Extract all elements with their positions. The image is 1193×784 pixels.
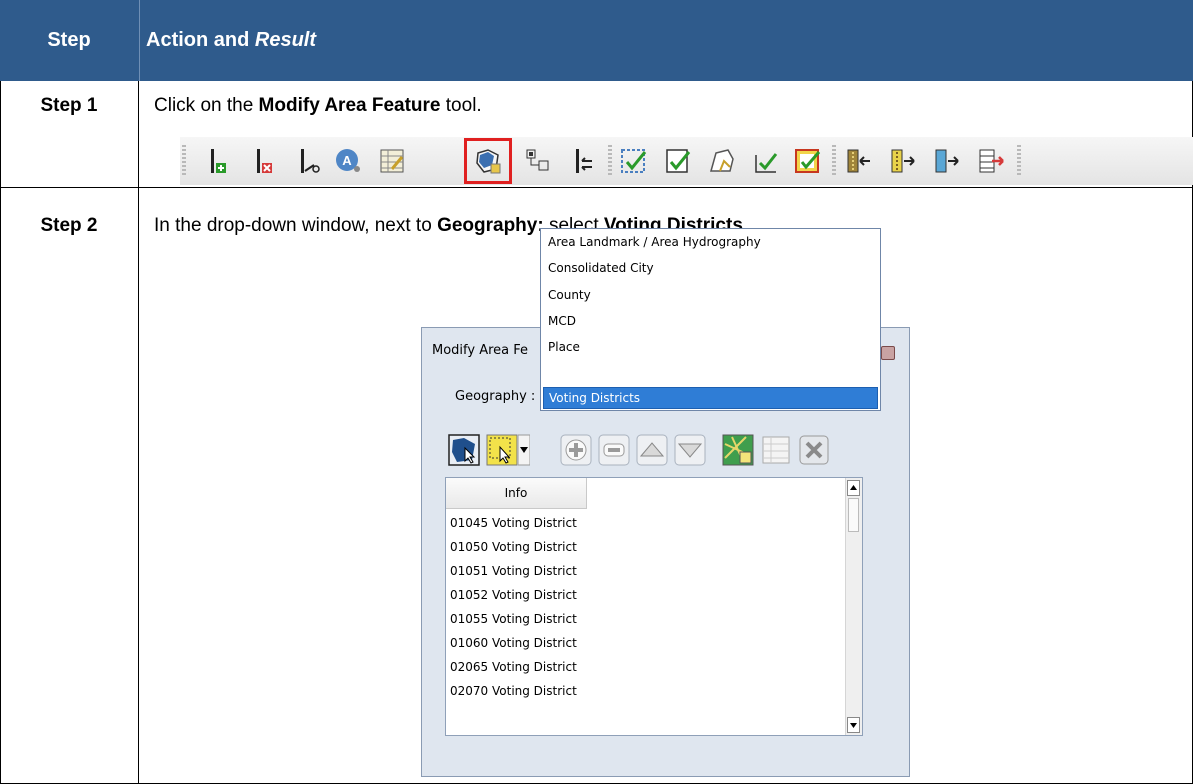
- header-step: Step: [47, 29, 91, 51]
- table-header: Step Action and Result: [0, 0, 1193, 81]
- editing-toolbar: A: [180, 137, 1193, 185]
- validate-all-icon[interactable]: [794, 147, 822, 175]
- topology-icon[interactable]: [524, 147, 552, 175]
- instruction-table: Step Action and Result Step 1 Click on t…: [0, 0, 1193, 784]
- toolbar-grip[interactable]: [182, 145, 186, 177]
- table-row[interactable]: 01045 Voting District: [446, 511, 844, 535]
- chevron-down-icon[interactable]: [518, 434, 530, 466]
- step-2-label: Step 2: [40, 215, 98, 236]
- zoom-map-icon[interactable]: [722, 434, 754, 466]
- table-row[interactable]: 01060 Voting District: [446, 631, 844, 655]
- review-check-icon[interactable]: [664, 147, 692, 175]
- step-1-instruction: Click on the Modify Area Feature tool.: [154, 95, 482, 117]
- move-up-icon[interactable]: [636, 434, 668, 466]
- step-1-label: Step 1: [40, 95, 98, 116]
- upload-icon[interactable]: [932, 147, 960, 175]
- dropdown-option-selected[interactable]: Voting Districts: [543, 387, 878, 409]
- validate-icon[interactable]: [752, 147, 780, 175]
- svg-text:A: A: [342, 153, 352, 168]
- table-row[interactable]: 01050 Voting District: [446, 535, 844, 559]
- toolbar-grip[interactable]: [608, 145, 612, 177]
- step-1-tool-name: Modify Area Feature: [258, 95, 441, 116]
- table-row[interactable]: 02065 Voting District: [446, 655, 844, 679]
- toolbar-grip[interactable]: [1017, 145, 1021, 177]
- move-down-icon[interactable]: [674, 434, 706, 466]
- delete-node-icon[interactable]: [252, 147, 280, 175]
- step-1-text-a: Click on the: [154, 95, 259, 116]
- select-rectangle-icon[interactable]: [486, 434, 518, 466]
- export-icon[interactable]: [888, 147, 916, 175]
- align-node-icon[interactable]: [570, 147, 598, 175]
- close-icon[interactable]: [881, 346, 895, 360]
- add-node-icon[interactable]: [206, 147, 234, 175]
- step-2-text-a: In the drop-down window, next to: [154, 215, 438, 236]
- geography-dropdown-list[interactable]: Area Landmark / Area Hydrography Consoli…: [540, 228, 881, 411]
- modify-area-feature-icon[interactable]: [474, 147, 502, 175]
- header-divider: [139, 0, 140, 81]
- dropdown-option[interactable]: Area Landmark / Area Hydrography: [548, 232, 761, 252]
- attribute-table-icon[interactable]: [760, 434, 792, 466]
- dropdown-option[interactable]: Consolidated City: [548, 258, 654, 278]
- selected-option-label: Voting Districts: [549, 391, 641, 405]
- dropdown-option[interactable]: MCD: [548, 311, 576, 331]
- output-icon[interactable]: [976, 147, 1004, 175]
- select-feature-icon[interactable]: [448, 434, 480, 466]
- remove-icon[interactable]: [598, 434, 630, 466]
- header-action-text: Action and: [146, 29, 255, 51]
- vertical-scrollbar[interactable]: [845, 478, 862, 735]
- add-icon[interactable]: [560, 434, 592, 466]
- table-row[interactable]: 01051 Voting District: [446, 559, 844, 583]
- header-action: Action and Result: [146, 0, 316, 81]
- grid-header-info[interactable]: Info: [446, 478, 587, 509]
- scroll-down-icon[interactable]: [847, 717, 860, 733]
- dialog-title: Modify Area Fe: [432, 343, 529, 358]
- dropdown-option[interactable]: Place: [548, 337, 580, 357]
- scroll-thumb[interactable]: [848, 498, 859, 532]
- shape-check-icon[interactable]: [708, 147, 736, 175]
- step-2-geography-label: Geography:: [437, 215, 544, 236]
- table-row[interactable]: 01055 Voting District: [446, 607, 844, 631]
- scroll-up-icon[interactable]: [847, 480, 860, 496]
- dropdown-option[interactable]: County: [548, 285, 591, 305]
- geography-label: Geography :: [455, 389, 536, 404]
- table-row[interactable]: 01052 Voting District: [446, 583, 844, 607]
- split-line-icon[interactable]: [296, 147, 324, 175]
- import-icon[interactable]: [844, 147, 872, 175]
- row-divider: [0, 187, 1193, 188]
- table-row[interactable]: 02070 Voting District: [446, 679, 844, 703]
- toolbar-grip[interactable]: [832, 145, 836, 177]
- info-grid[interactable]: Info 01045 Voting District 01050 Voting …: [445, 477, 863, 736]
- attribute-table-icon[interactable]: [378, 147, 406, 175]
- step-1-text-b: tool.: [440, 95, 482, 116]
- attribute-icon[interactable]: A: [334, 147, 362, 175]
- header-result-text: Result: [254, 29, 317, 51]
- clear-icon[interactable]: [798, 434, 830, 466]
- review-dashed-check-icon[interactable]: [620, 147, 648, 175]
